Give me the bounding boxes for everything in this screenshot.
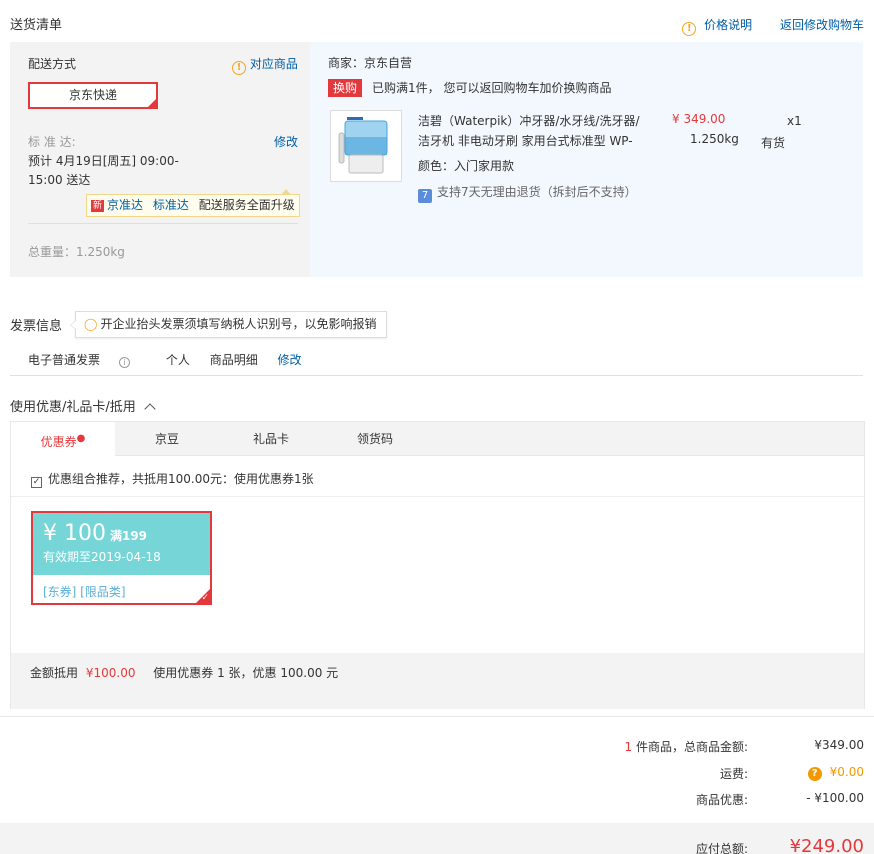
chevron-up-icon <box>144 403 156 415</box>
invoice-label: 发票信息 <box>10 319 63 334</box>
seller-name: 商家：京东自营 <box>328 56 413 70</box>
match-goods-link[interactable]: ! 对应商品 <box>232 55 298 75</box>
new-badge: 新 <box>91 200 105 212</box>
express-option-button[interactable]: 京东快递 <box>28 82 158 109</box>
swap-notice: 换购 已购满1件， 您可以返回购物车加价换购商品 <box>328 79 611 97</box>
invoice-modify-link[interactable]: 修改 <box>278 353 302 367</box>
invoice-type: 电子普通发票 i <box>28 353 146 368</box>
lightbulb-icon: ◯ <box>84 317 98 331</box>
coupon-section-toggle[interactable]: 使用优惠/礼品卡/抵用 <box>10 396 156 415</box>
bzd-link[interactable]: 标准达 <box>153 198 189 212</box>
back-to-cart-link[interactable]: 返回修改购物车 <box>780 18 864 32</box>
stock-status: 有货 <box>761 136 786 150</box>
payable-label: 应付总额: <box>695 842 748 854</box>
tab-redeem-code[interactable]: 领货码 <box>323 422 427 456</box>
payable-bar: 应付总额: ¥249.00 <box>0 823 874 854</box>
coupon-tags: [东券] [限品类] <box>43 585 126 599</box>
tab-coupon[interactable]: 优惠券● <box>11 422 115 457</box>
product-qty: x1 <box>787 114 802 128</box>
invoice-details: 电子普通发票 i 个人 商品明细 修改 <box>28 351 318 368</box>
product-image[interactable] <box>330 110 402 182</box>
return-support: 7 支持7天无理由退货（拆封后不支持） <box>418 183 637 203</box>
coupon-summary: 金额抵用 ¥100.00 使用优惠券 1 张，优惠 100.00 元 <box>11 653 864 709</box>
goods-amount: ¥349.00 <box>814 738 864 752</box>
invoice-title: 个人 <box>165 353 190 367</box>
coupon-expiry: 有效期至2019-04-18 <box>43 550 161 564</box>
coupon-tabs: 优惠券● 京豆 礼品卡 领货码 <box>11 422 864 457</box>
delivery-method-label: 配送方式 <box>28 57 77 71</box>
invoice-content: 商品明细 <box>209 353 258 367</box>
goods-panel: 商家：京东自营 换购 已购满1件， 您可以返回购物车加价换购商品 洁碧（Water… <box>310 42 863 277</box>
product-price: ¥ 349.00 <box>672 112 726 126</box>
goods-count: 1 <box>624 740 633 754</box>
tab-jingdou[interactable]: 京豆 <box>115 422 219 456</box>
freight-amount: ¥0.00 <box>829 765 864 779</box>
shipping-box: 配送方式 ! 对应商品 京东快递 标 准 达: 修改 预计 4月19日[周五] … <box>10 42 863 277</box>
delivery-upgrade-tip: 新京准达 标准达 配送服务全面升级 <box>86 189 300 217</box>
goods-total-row: 1 件商品，总商品金额: ¥349.00 <box>624 738 864 754</box>
red-dot-icon: ● <box>76 433 86 444</box>
coupon-condition: 满199 <box>109 529 148 543</box>
total-weight: 总重量：1.250kg <box>28 245 125 259</box>
freight-row: 运费: ? ¥0.00 <box>719 765 864 781</box>
combo-checkbox[interactable]: ✓ <box>31 477 42 488</box>
discount-amount: - ¥100.00 <box>806 791 864 805</box>
divider <box>11 496 864 497</box>
discount-row: 商品优惠: - ¥100.00 <box>695 791 864 807</box>
swap-tag: 换购 <box>328 79 363 97</box>
return-policy-icon: 7 <box>418 189 432 203</box>
combo-recommend[interactable]: ✓ 优惠组合推荐，共抵用100.00元：使用优惠券1张 <box>31 470 314 488</box>
freight-help-icon[interactable]: ? <box>807 767 822 781</box>
price-note-link[interactable]: ! 价格说明 <box>658 18 752 36</box>
product-weight: 1.250kg <box>690 132 739 146</box>
payable-amount: ¥249.00 <box>789 836 864 854</box>
coupon-panel: 优惠券● 京豆 礼品卡 领货码 ✓ 优惠组合推荐，共抵用100.00元：使用优惠券… <box>10 421 865 709</box>
check-icon: ✓ <box>201 593 209 603</box>
shipping-section-title: 送货清单 <box>10 18 63 33</box>
info-icon[interactable]: i <box>119 357 131 368</box>
modify-delivery-link[interactable]: 修改 <box>274 133 298 150</box>
product-name[interactable]: 洁碧（Waterpik）冲牙器/水牙线/洗牙器/ 洁牙机 非电动牙刷 家用台式标… <box>418 111 640 151</box>
coupon-amount: ¥ 100 <box>43 521 106 546</box>
delivery-panel: 配送方式 ! 对应商品 京东快递 标 准 达: 修改 预计 4月19日[周五] … <box>10 42 310 277</box>
product-color: 颜色：入门家用款 <box>418 159 515 173</box>
top-links: ! 价格说明 返回修改购物车 <box>634 16 864 36</box>
jzd-link[interactable]: 京准达 <box>107 198 143 212</box>
selected-corner-icon <box>146 97 158 109</box>
standard-delivery-label: 标 准 达: <box>28 135 76 149</box>
tab-gift-card[interactable]: 礼品卡 <box>219 422 323 456</box>
delivery-estimate: 预计 4月19日[周五] 09:00- 15:00 送达 <box>28 154 179 187</box>
warning-icon: ! <box>682 22 697 36</box>
warning-icon: ! <box>232 61 246 75</box>
coupon-summary-amount: ¥100.00 <box>85 666 136 680</box>
invoice-tip: ◯ 开企业抬头发票须填写纳税人识别号，以免影响报销 <box>69 311 388 338</box>
divider <box>0 716 874 717</box>
divider <box>10 375 863 376</box>
coupon-card[interactable]: ¥ 100 满199 有效期至2019-04-18 [东券] [限品类] ✓ <box>31 511 212 605</box>
coupon-card-header: ¥ 100 满199 有效期至2019-04-18 <box>33 513 210 575</box>
divider <box>28 223 298 224</box>
